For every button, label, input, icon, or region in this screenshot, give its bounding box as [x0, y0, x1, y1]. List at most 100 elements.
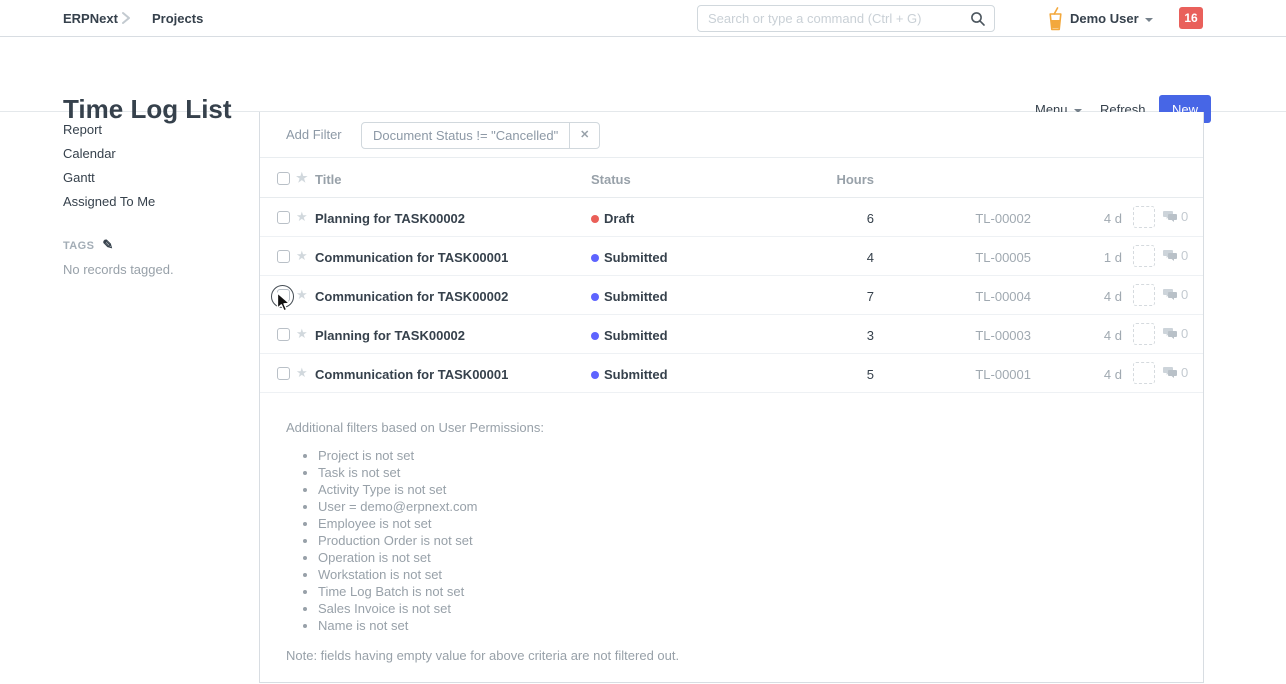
- star-icon: ★: [296, 170, 308, 186]
- row-checkbox[interactable]: [277, 289, 290, 302]
- add-filter-button[interactable]: Add Filter: [286, 127, 342, 142]
- filter-chip: Document Status != "Cancelled" ✕: [361, 122, 600, 149]
- comment-count: 0: [1181, 326, 1188, 341]
- column-title: Title: [315, 172, 342, 187]
- list-row[interactable]: ★ Communication for TASK00001 Submitted …: [260, 237, 1203, 276]
- select-all-checkbox[interactable]: [277, 172, 290, 185]
- breadcrumb[interactable]: Projects: [152, 11, 203, 26]
- row-hours: 6: [760, 211, 874, 226]
- status-dot: [591, 293, 599, 301]
- assignee-placeholder[interactable]: [1133, 245, 1155, 267]
- permissions-list: Project is not set Task is not set Activ…: [318, 449, 1177, 632]
- comment-indicator[interactable]: 0: [1163, 209, 1188, 224]
- column-hours: Hours: [760, 172, 874, 187]
- list-sidebar: Report Calendar Gantt Assigned To Me TAG…: [63, 118, 233, 277]
- row-modified: 1 d: [1050, 250, 1122, 265]
- permission-item: Name is not set: [318, 619, 1177, 632]
- tags-title: TAGS: [63, 240, 94, 252]
- status-label: Submitted: [604, 250, 668, 265]
- row-checkbox[interactable]: [277, 328, 290, 341]
- assignee-placeholder[interactable]: [1133, 323, 1155, 345]
- chevron-right-icon: [121, 11, 131, 25]
- global-search: [697, 5, 995, 32]
- filter-chip-label[interactable]: Document Status != "Cancelled": [362, 123, 569, 148]
- tags-section-header: TAGS ✎: [63, 237, 233, 253]
- assignee-placeholder[interactable]: [1133, 362, 1155, 384]
- row-hours: 3: [760, 328, 874, 343]
- list-row[interactable]: ★ Planning for TASK00002 Draft 6 TL-0000…: [260, 198, 1203, 237]
- row-title-link[interactable]: Planning for TASK00002: [315, 211, 465, 226]
- row-modified: 4 d: [1050, 328, 1122, 343]
- row-hours: 7: [760, 289, 874, 304]
- row-modified: 4 d: [1050, 289, 1122, 304]
- row-modified: 4 d: [1050, 211, 1122, 226]
- comment-indicator[interactable]: 0: [1163, 365, 1188, 380]
- search-input[interactable]: [698, 6, 956, 31]
- status-dot: [591, 332, 599, 340]
- assignee-placeholder[interactable]: [1133, 206, 1155, 228]
- star-icon[interactable]: ★: [296, 248, 308, 264]
- row-id: TL-00004: [930, 289, 1031, 304]
- star-icon[interactable]: ★: [296, 209, 308, 225]
- row-id: TL-00005: [930, 250, 1031, 265]
- row-id: TL-00003: [930, 328, 1031, 343]
- sidebar-item[interactable]: Calendar: [63, 142, 233, 166]
- row-title-link[interactable]: Planning for TASK00002: [315, 328, 465, 343]
- star-icon[interactable]: ★: [296, 326, 308, 342]
- comment-count: 0: [1181, 209, 1188, 224]
- list-container: Add Filter Document Status != "Cancelled…: [259, 112, 1204, 683]
- brand-link[interactable]: ERPNext: [63, 11, 118, 26]
- permission-item: Project is not set: [318, 449, 1177, 462]
- row-hours: 4: [760, 250, 874, 265]
- comment-indicator[interactable]: 0: [1163, 326, 1188, 341]
- row-checkbox[interactable]: [277, 250, 290, 263]
- juice-cup-icon[interactable]: [1047, 7, 1064, 31]
- status-dot: [591, 215, 599, 223]
- comment-indicator[interactable]: 0: [1163, 287, 1188, 302]
- remove-filter-icon[interactable]: ✕: [569, 123, 599, 148]
- comments-icon: [1163, 249, 1178, 262]
- permission-item: Task is not set: [318, 466, 1177, 479]
- permission-item: Operation is not set: [318, 551, 1177, 564]
- sidebar-item[interactable]: Gantt: [63, 166, 233, 190]
- filter-area: Add Filter Document Status != "Cancelled…: [260, 112, 1203, 158]
- edit-tags-icon[interactable]: ✎: [102, 237, 113, 252]
- row-checkbox[interactable]: [277, 211, 290, 224]
- navbar: ERPNext Projects Demo User 16: [0, 0, 1286, 37]
- row-title-link[interactable]: Communication for TASK00001: [315, 250, 508, 265]
- list-row[interactable]: ★ Planning for TASK00002 Submitted 3 TL-…: [260, 315, 1203, 354]
- row-status: Draft: [591, 211, 634, 226]
- list-header-row: ★ Title Status Hours: [260, 158, 1203, 198]
- row-status: Submitted: [591, 250, 668, 265]
- row-status: Submitted: [591, 367, 668, 382]
- comments-icon: [1163, 288, 1178, 301]
- row-checkbox[interactable]: [277, 367, 290, 380]
- sidebar-item[interactable]: Assigned To Me: [63, 190, 233, 214]
- comments-icon: [1163, 327, 1178, 340]
- row-title-link[interactable]: Communication for TASK00001: [315, 367, 508, 382]
- user-dropdown[interactable]: Demo User: [1070, 11, 1153, 26]
- row-title-link[interactable]: Communication for TASK00002: [315, 289, 508, 304]
- list-row[interactable]: ★ Communication for TASK00002 Submitted …: [260, 276, 1203, 315]
- row-id: TL-00001: [930, 367, 1031, 382]
- star-icon[interactable]: ★: [296, 287, 308, 303]
- comment-count: 0: [1181, 365, 1188, 380]
- sidebar-item[interactable]: Report: [63, 118, 233, 142]
- status-label: Submitted: [604, 367, 668, 382]
- status-label: Submitted: [604, 328, 668, 343]
- search-icon[interactable]: [970, 11, 986, 27]
- comment-indicator[interactable]: 0: [1163, 248, 1188, 263]
- row-status: Submitted: [591, 289, 668, 304]
- permission-item: Sales Invoice is not set: [318, 602, 1177, 615]
- row-id: TL-00002: [930, 211, 1031, 226]
- row-hours: 5: [760, 367, 874, 382]
- tags-empty-text: No records tagged.: [63, 262, 233, 277]
- list-row[interactable]: ★ Communication for TASK00001 Submitted …: [260, 354, 1203, 393]
- star-icon[interactable]: ★: [296, 365, 308, 381]
- permission-item: User = demo@erpnext.com: [318, 500, 1177, 513]
- notification-badge[interactable]: 16: [1179, 7, 1203, 29]
- assignee-placeholder[interactable]: [1133, 284, 1155, 306]
- permissions-footer-note: Note: fields having empty value for abov…: [286, 648, 1177, 663]
- user-name: Demo User: [1070, 11, 1139, 26]
- permissions-heading: Additional filters based on User Permiss…: [286, 420, 1177, 435]
